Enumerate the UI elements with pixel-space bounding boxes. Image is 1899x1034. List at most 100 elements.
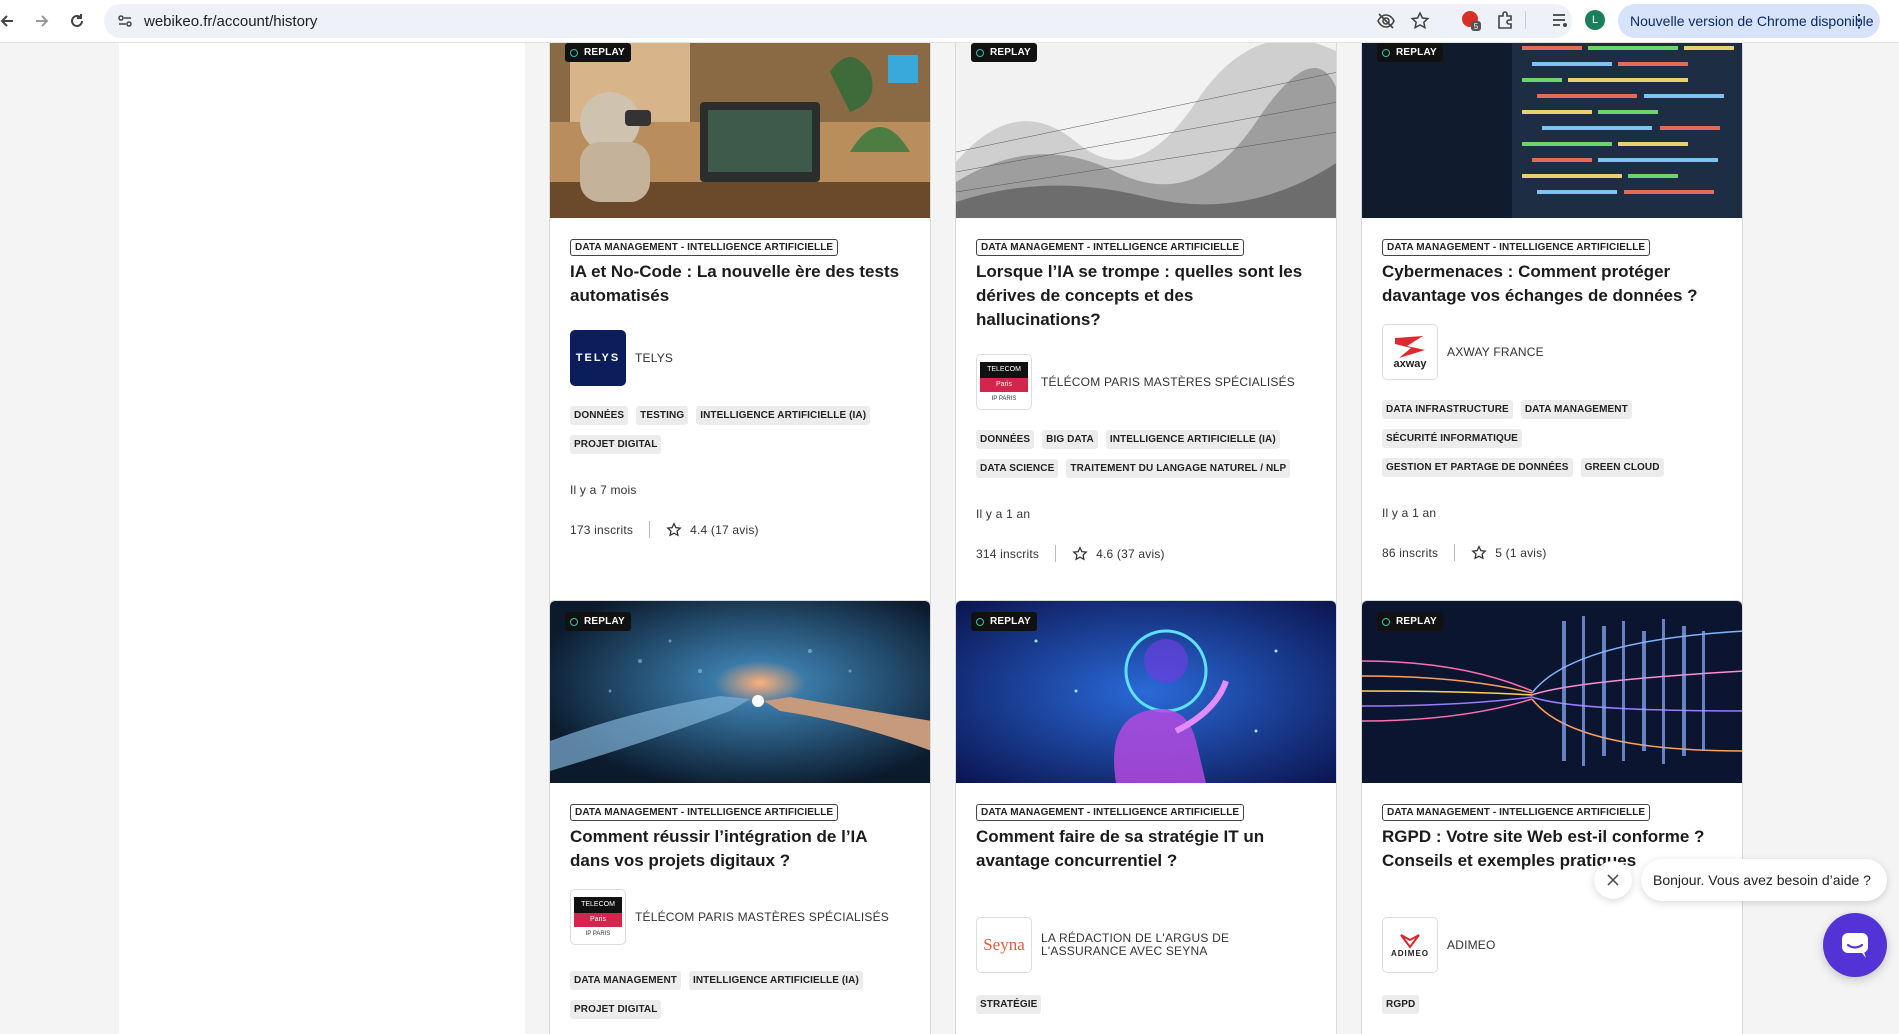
tag[interactable]: STRATÉGIE	[976, 995, 1042, 1014]
webinar-card[interactable]: REPLAY DATA MANAGEMENT - INTELLIGENCE AR…	[955, 43, 1337, 617]
tag[interactable]: DATA MANAGEMENT	[1520, 400, 1632, 419]
category-badge[interactable]: DATA MANAGEMENT - INTELLIGENCE ARTIFICIE…	[1382, 239, 1651, 256]
profile-avatar[interactable]: L	[1584, 9, 1606, 31]
organizer-logo: ADIMEO	[1382, 917, 1438, 973]
category-badge[interactable]: DATA MANAGEMENT - INTELLIGENCE ARTIFICIE…	[570, 239, 839, 256]
tag[interactable]: TESTING	[636, 406, 689, 425]
webinar-title[interactable]: Comment réussir l’intégration de l’IA da…	[570, 825, 910, 873]
stats-divider	[1055, 545, 1057, 562]
publish-date: Il y a 1 an	[1382, 506, 1437, 520]
card-stats: 86 inscrits 5 (1 avis)	[1382, 544, 1722, 561]
organizer-logo: TELYS	[570, 330, 626, 386]
tag[interactable]: GREEN CLOUD	[1580, 458, 1664, 477]
organizer[interactable]: axway AXWAY FRANCE	[1382, 324, 1722, 380]
webinar-title[interactable]: Lorsque l’IA se trompe : quelles sont le…	[976, 260, 1316, 332]
webinar-card[interactable]: REPLAY DATA MANAGEMENT - INTELLIGENCE AR…	[549, 43, 931, 617]
tag[interactable]: PROJET DIGITAL	[570, 1000, 662, 1019]
replay-icon	[1382, 617, 1390, 626]
more-menu-icon[interactable]: ⋮	[1850, 11, 1868, 32]
webinar-thumbnail[interactable]: REPLAY	[550, 43, 930, 218]
organizer-name: TELYS	[635, 350, 674, 365]
organizer-name: ADIMEO	[1447, 937, 1496, 952]
tag[interactable]: DONNÉES	[976, 430, 1035, 449]
organizer-name: TÉLÉCOM PARIS MASTÈRES SPÉCIALISÉS	[1041, 374, 1295, 389]
forward-icon[interactable]	[27, 6, 57, 36]
webinar-thumbnail[interactable]: REPLAY	[1362, 601, 1742, 783]
webinar-card[interactable]: REPLAY DATA MANAGEMENT - INTELLIGENCE AR…	[955, 600, 1337, 1034]
extensions-puzzle-icon[interactable]	[1494, 9, 1516, 31]
replay-badge: REPLAY	[971, 43, 1037, 62]
tag[interactable]: SÉCURITÉ INFORMATIQUE	[1382, 429, 1522, 448]
tag[interactable]: DATA INFRASTRUCTURE	[1382, 400, 1513, 419]
tag[interactable]: INTELLIGENCE ARTIFICIELLE (IA)	[1105, 430, 1280, 449]
category-badge[interactable]: DATA MANAGEMENT - INTELLIGENCE ARTIFICIE…	[1382, 804, 1651, 821]
replay-badge: REPLAY	[1377, 43, 1443, 62]
chat-greeting[interactable]: Bonjour. Vous avez besoin d’aide ?	[1641, 859, 1887, 901]
tag[interactable]: DATA MANAGEMENT	[570, 971, 681, 990]
tag[interactable]: INTELLIGENCE ARTIFICIELLE (IA)	[688, 971, 863, 990]
tag[interactable]: TRAITEMENT DU LANGAGE NATUREL / NLP	[1066, 459, 1291, 478]
category-badge[interactable]: DATA MANAGEMENT - INTELLIGENCE ARTIFICIE…	[976, 239, 1245, 256]
eye-off-icon[interactable]	[1376, 11, 1396, 31]
webinar-thumbnail[interactable]: REPLAY	[550, 601, 930, 783]
replay-icon	[976, 48, 984, 57]
replay-badge: REPLAY	[971, 612, 1037, 631]
webinar-title[interactable]: Cybermenaces : Comment protéger davantag…	[1382, 260, 1722, 308]
url-text: webikeo.fr/account/history	[144, 12, 318, 30]
svg-text:5: 5	[1474, 22, 1479, 31]
chat-bubble-icon	[1842, 933, 1868, 958]
tag[interactable]: PROJET DIGITAL	[570, 435, 662, 454]
bookmark-star-icon[interactable]	[1410, 11, 1430, 31]
organizer[interactable]: TELECOM Paris IP PARIS TÉLÉCOM PARIS MAS…	[570, 889, 910, 945]
reload-icon[interactable]	[62, 6, 92, 36]
address-bar[interactable]: webikeo.fr/account/history	[104, 4, 1572, 38]
subscriber-count: 86 inscrits	[1382, 545, 1439, 560]
category-badge[interactable]: DATA MANAGEMENT - INTELLIGENCE ARTIFICIE…	[976, 804, 1245, 821]
organizer[interactable]: Seyna LA RÉDACTION DE L'ARGUS DE L'ASSUR…	[976, 917, 1316, 973]
organizer-name: AXWAY FRANCE	[1447, 344, 1544, 359]
close-icon	[1607, 874, 1619, 886]
tag[interactable]: BIG DATA	[1042, 430, 1098, 449]
webinar-card[interactable]: REPLAY DATA MANAGEMENT - INTELLIGENCE AR…	[1361, 43, 1743, 617]
tag[interactable]: GESTION ET PARTAGE DE DONNÉES	[1382, 458, 1573, 477]
tag[interactable]: INTELLIGENCE ARTIFICIELLE (IA)	[696, 406, 871, 425]
extension-icon[interactable]: 5	[1460, 9, 1482, 31]
chat-close-button[interactable]	[1594, 861, 1632, 899]
webinar-title[interactable]: IA et No-Code : La nouvelle ère des test…	[570, 260, 910, 308]
category-badge[interactable]: DATA MANAGEMENT - INTELLIGENCE ARTIFICIE…	[570, 804, 839, 821]
tag[interactable]: DONNÉES	[570, 406, 629, 425]
organizer-name: TÉLÉCOM PARIS MASTÈRES SPÉCIALISÉS	[635, 909, 889, 924]
organizer-logo: TELECOM Paris IP PARIS	[570, 889, 626, 945]
tag-list: DONNÉES BIG DATA INTELLIGENCE ARTIFICIEL…	[976, 430, 1316, 488]
webinar-card[interactable]: REPLAY DATA MANAGEMENT - INTELLIGENCE AR…	[549, 600, 931, 1034]
tag-list: DONNÉES TESTING INTELLIGENCE ARTIFICIELL…	[570, 406, 910, 464]
account-sidebar	[119, 43, 525, 1034]
organizer-name: LA RÉDACTION DE L'ARGUS DE L'ASSURANCE A…	[1041, 931, 1230, 958]
subscriber-count: 314 inscrits	[976, 546, 1040, 561]
chat-greeting-text: Bonjour. Vous avez besoin d’aide ?	[1653, 872, 1871, 888]
tag[interactable]: RGPD	[1382, 995, 1420, 1014]
rating: 5 (1 avis)	[1495, 545, 1547, 560]
webinar-title[interactable]: Comment faire de sa stratégie IT un avan…	[976, 825, 1316, 873]
chrome-update-label: Nouvelle version de Chrome disponible	[1630, 13, 1874, 29]
chat-launcher-button[interactable]	[1823, 913, 1887, 977]
replay-icon	[1382, 48, 1390, 57]
media-queue-icon[interactable]	[1549, 9, 1571, 31]
webinar-thumbnail[interactable]: REPLAY	[1362, 43, 1742, 218]
replay-badge: REPLAY	[565, 612, 631, 631]
back-icon[interactable]	[0, 6, 22, 36]
webinar-thumbnail[interactable]: REPLAY	[956, 43, 1336, 218]
organizer[interactable]: ADIMEO ADIMEO	[1382, 917, 1722, 973]
chrome-update-button[interactable]: Nouvelle version de Chrome disponible ⋮	[1618, 4, 1880, 38]
organizer-logo: TELECOM Paris IP PARIS	[976, 354, 1032, 410]
organizer[interactable]: TELECOM Paris IP PARIS TÉLÉCOM PARIS MAS…	[976, 354, 1316, 410]
webinar-card[interactable]: REPLAY DATA MANAGEMENT - INTELLIGENCE AR…	[1361, 600, 1743, 1034]
webinar-thumbnail[interactable]: REPLAY	[956, 601, 1336, 783]
tag[interactable]: DATA SCIENCE	[976, 459, 1059, 478]
replay-icon	[570, 617, 578, 626]
organizer[interactable]: TELYS TELYS	[570, 330, 910, 386]
publish-date: Il y a 1 an	[976, 507, 1031, 521]
subscriber-count: 173 inscrits	[570, 522, 634, 537]
site-settings-icon[interactable]	[116, 12, 134, 30]
card-stats: 173 inscrits 4.4 (17 avis)	[570, 521, 910, 538]
